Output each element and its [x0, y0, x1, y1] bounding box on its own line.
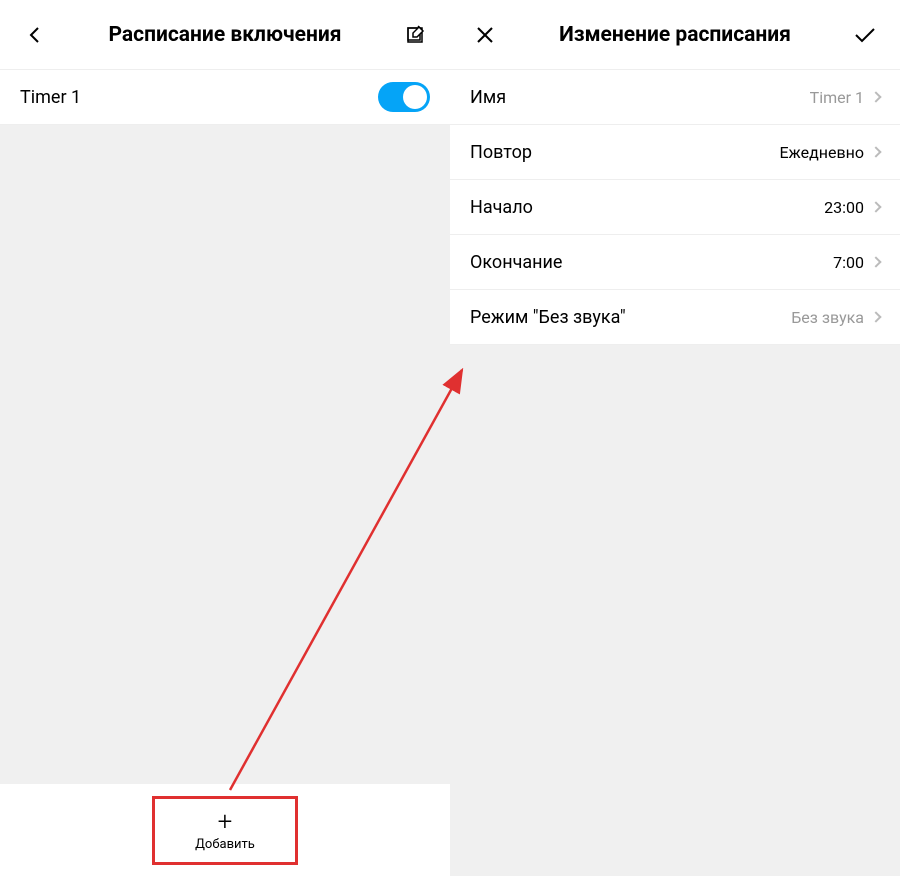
- schedule-list-screen: Расписание включения Timer 1 + Добавить: [0, 0, 450, 876]
- edit-icon[interactable]: [400, 20, 430, 50]
- row-silent-value: Без звука: [791, 308, 880, 327]
- row-name[interactable]: Имя Timer 1: [450, 70, 900, 125]
- empty-area-right: [450, 345, 900, 876]
- row-silent[interactable]: Режим "Без звука" Без звука: [450, 290, 900, 345]
- timer-row[interactable]: Timer 1: [0, 70, 450, 125]
- close-icon[interactable]: [470, 20, 500, 50]
- row-end-value: 7:00: [833, 253, 880, 272]
- left-title: Расписание включения: [50, 23, 400, 47]
- row-name-label: Имя: [470, 87, 506, 108]
- confirm-icon[interactable]: [850, 20, 880, 50]
- row-start-value: 23:00: [824, 198, 880, 217]
- chevron-right-icon: [870, 91, 881, 102]
- settings-list: Имя Timer 1 Повтор Ежедневно Начало 23:0…: [450, 70, 900, 345]
- right-header: Изменение расписания: [450, 0, 900, 70]
- chevron-right-icon: [870, 256, 881, 267]
- row-repeat-value: Ежедневно: [779, 143, 880, 162]
- chevron-right-icon: [870, 311, 881, 322]
- left-header: Расписание включения: [0, 0, 450, 70]
- row-start-label: Начало: [470, 197, 533, 218]
- timer-toggle[interactable]: [378, 82, 430, 112]
- chevron-right-icon: [870, 146, 881, 157]
- timer-name: Timer 1: [20, 87, 81, 108]
- back-icon[interactable]: [20, 20, 50, 50]
- schedule-edit-screen: Изменение расписания Имя Timer 1 Повтор …: [450, 0, 900, 876]
- row-end-label: Окончание: [470, 252, 562, 273]
- right-title: Изменение расписания: [500, 23, 850, 47]
- row-end[interactable]: Окончание 7:00: [450, 235, 900, 290]
- add-label: Добавить: [195, 837, 255, 852]
- bottom-bar: + Добавить: [0, 784, 450, 876]
- add-button[interactable]: + Добавить: [152, 796, 298, 865]
- chevron-right-icon: [870, 201, 881, 212]
- row-silent-label: Режим "Без звука": [470, 307, 626, 328]
- row-repeat[interactable]: Повтор Ежедневно: [450, 125, 900, 180]
- row-start[interactable]: Начало 23:00: [450, 180, 900, 235]
- row-name-value: Timer 1: [810, 88, 880, 107]
- row-repeat-label: Повтор: [470, 142, 532, 163]
- plus-icon: +: [218, 809, 233, 835]
